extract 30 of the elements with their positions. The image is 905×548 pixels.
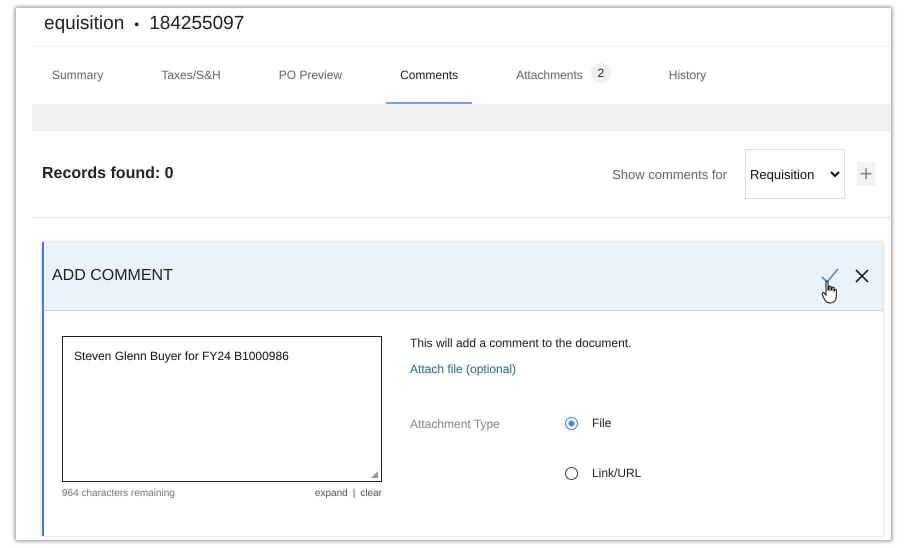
tab[interactable]: Attachments 2 <box>502 47 625 104</box>
count-badge: 2 <box>590 62 611 82</box>
link-divider: | <box>352 488 356 499</box>
expand-link[interactable]: expand <box>314 488 348 499</box>
clear-link[interactable]: clear <box>360 488 382 499</box>
attach-file-link[interactable]: Attach file (optional) <box>410 362 642 376</box>
tab[interactable]: PO Preview <box>264 47 356 104</box>
checkmark-icon[interactable] <box>821 268 839 284</box>
attachment-type-label: Attachment Type <box>410 416 501 433</box>
radio-button[interactable] <box>565 416 578 430</box>
radio-label: Link/URL <box>592 466 642 480</box>
tab[interactable]: History <box>654 47 720 104</box>
chevron-icon <box>830 170 840 178</box>
resize-grip-icon <box>371 471 378 478</box>
radio-label: File <box>592 416 612 430</box>
title-separator: • <box>134 16 140 32</box>
document-title: equisition <box>44 13 124 35</box>
filter-label: Show comments for <box>612 166 727 182</box>
comment-text-area[interactable]: Steven Glenn Buyer for FY24 B1000986 <box>62 336 382 482</box>
radio-button[interactable] <box>565 466 578 480</box>
document-number: 184255097 <box>149 13 244 35</box>
comments-filter-dropdown[interactable]: Requisition <box>745 149 845 199</box>
close-icon[interactable] <box>855 269 869 283</box>
panel-title: ADD COMMENT <box>52 267 173 285</box>
records-count: Records found: 0 <box>42 165 174 183</box>
characters-remaining: 964 characters remaining <box>62 488 175 499</box>
info-text: This will add a comment to the document. <box>410 336 632 350</box>
tab[interactable]: Taxes/S&H <box>147 47 235 104</box>
hand-cursor-icon <box>821 280 837 304</box>
tab[interactable]: Summary <box>38 47 118 104</box>
